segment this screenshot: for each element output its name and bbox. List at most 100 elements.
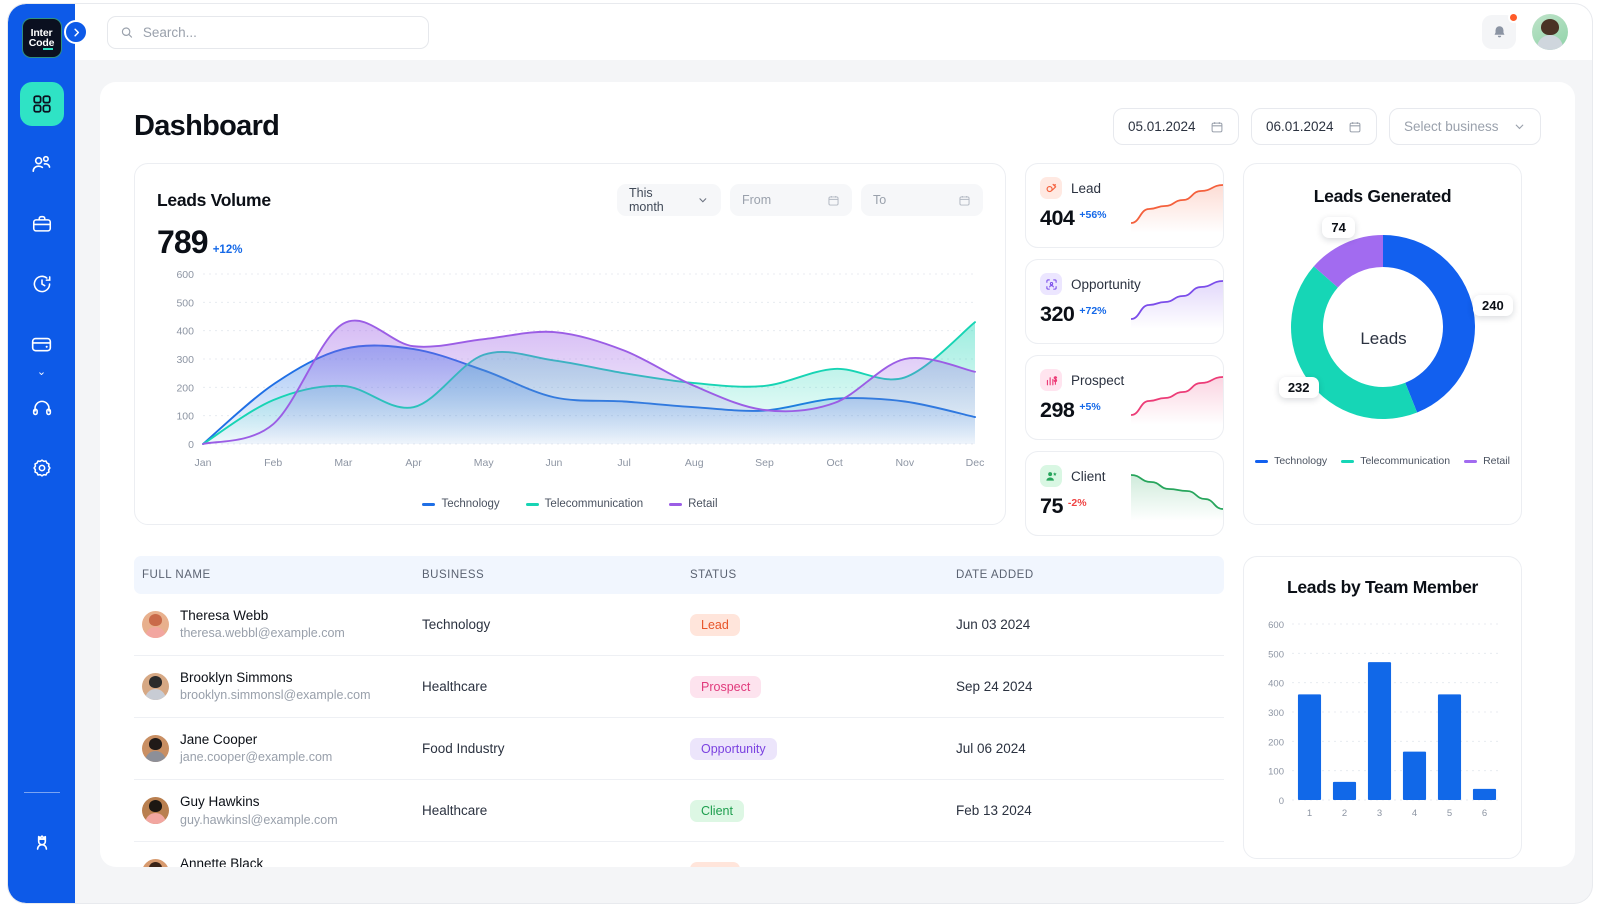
date-to-picker[interactable]: 06.01.2024: [1251, 108, 1377, 145]
legend-item[interactable]: Technology: [422, 498, 499, 510]
area-chart-svg: 6005004003002001000JanFebMarAprMayJunJul…: [157, 266, 985, 478]
legend-item[interactable]: Retail: [669, 498, 717, 510]
sidebar-footer: [8, 792, 75, 903]
app-logo[interactable]: Inter Code: [22, 18, 62, 58]
period-select[interactable]: This month: [617, 184, 721, 216]
app-root: Inter Code: [0, 0, 1600, 907]
legend-item[interactable]: Technology: [1255, 455, 1327, 467]
main-content: Dashboard 05.01.2024 06.01.2024 Select b…: [100, 82, 1575, 867]
person-name: Brooklyn Simmons: [180, 669, 371, 687]
chevron-down-icon: [697, 194, 709, 206]
column-header-date-added[interactable]: DATE ADDED: [956, 556, 1224, 594]
svg-text:0: 0: [188, 439, 194, 451]
column-header-full-name[interactable]: FULL NAME: [134, 556, 422, 594]
legend-item[interactable]: Telecommunication: [1341, 455, 1450, 467]
person-text: Theresa Webbtheresa.webbl@example.com: [180, 607, 345, 642]
kpi-label: Lead: [1071, 181, 1101, 196]
cell-business: Food Industry: [422, 718, 690, 780]
business-select[interactable]: Select business: [1389, 108, 1541, 145]
svg-text:6: 6: [1482, 808, 1487, 819]
sidebar-item-history[interactable]: [20, 262, 64, 306]
svg-text:Apr: Apr: [405, 457, 422, 469]
kpi-sparkline: [1131, 467, 1223, 521]
legend-item[interactable]: Retail: [1464, 455, 1510, 467]
legend-label: Technology: [1274, 455, 1327, 467]
leads-volume-value-row: 789 +12%: [157, 226, 983, 258]
svg-text:Jun: Jun: [545, 457, 562, 469]
notifications-button[interactable]: [1482, 15, 1516, 49]
sidebar-item-contacts[interactable]: [20, 142, 64, 186]
person-name: Jane Cooper: [180, 731, 332, 749]
leads-volume-value: 789: [157, 226, 208, 258]
chevron-down-icon: [1513, 120, 1526, 133]
leads-generated-title: Leads Generated: [1244, 186, 1521, 207]
calendar-icon: [827, 194, 840, 207]
table-row[interactable]: Theresa Webbtheresa.webbl@example.comTec…: [134, 594, 1224, 656]
kpi-card-lead[interactable]: Lead404+56%: [1025, 163, 1224, 248]
kpi-column: Lead404+56% Opportunity320+72% Prospect298…: [1025, 163, 1224, 536]
status-badge: Client: [690, 800, 744, 822]
search-box[interactable]: [107, 16, 429, 49]
kpi-value: 75: [1040, 496, 1063, 518]
cell-status: Lead: [690, 842, 956, 867]
legend-swatch: [1255, 460, 1268, 463]
page-title: Dashboard: [134, 110, 279, 143]
search-icon: [120, 25, 134, 40]
cell-date-added: Aug 27 2024: [956, 842, 1224, 867]
chevron-down-icon[interactable]: ⌄: [37, 368, 46, 376]
headset-icon: [31, 397, 53, 419]
page-header: Dashboard 05.01.2024 06.01.2024 Select b…: [100, 82, 1575, 145]
legend-item[interactable]: Telecommunication: [526, 498, 643, 510]
person-text: Annette Blackannette.black@example.com: [180, 855, 341, 867]
column-header-business[interactable]: BUSINESS: [422, 556, 690, 594]
column-header-status[interactable]: STATUS: [690, 556, 956, 594]
sidebar-item-dashboard[interactable]: [20, 82, 64, 126]
table-row[interactable]: Annette Blackannette.black@example.com Fo…: [134, 842, 1224, 867]
top-row: Leads Volume This month From To: [100, 145, 1575, 536]
sidebar-item-business[interactable]: [20, 202, 64, 246]
sidebar-item-settings[interactable]: [20, 446, 64, 490]
grid-icon: [31, 93, 53, 115]
table-head: FULL NAME BUSINESS STATUS DATE ADDED: [134, 556, 1224, 594]
kpi-sparkline: [1131, 179, 1223, 233]
gear-icon: [31, 457, 53, 479]
date-to-value: 06.01.2024: [1266, 119, 1334, 134]
svg-text:Dec: Dec: [966, 457, 985, 469]
kpi-sparkline: [1131, 275, 1223, 329]
person-email: guy.hawkinsl@example.com: [180, 812, 338, 829]
leads-generated-legend: Technology Telecommunication Retail: [1244, 455, 1521, 467]
kpi-card-prospect[interactable]: Prospect298+5%: [1025, 355, 1224, 440]
sidebar-toggle-button[interactable]: [64, 20, 88, 44]
bell-icon: [1491, 24, 1508, 41]
cell-date-added: Sep 24 2024: [956, 656, 1224, 718]
svg-text:400: 400: [176, 326, 194, 338]
donut-value-label: 74: [1322, 217, 1354, 238]
kpi-card-client[interactable]: Client75-2%: [1025, 451, 1224, 536]
leads-volume-chart: 6005004003002001000JanFebMarAprMayJunJul…: [157, 266, 985, 478]
kpi-delta: +72%: [1079, 305, 1106, 317]
cell-business: Food Industry: [422, 842, 690, 867]
table-row[interactable]: Guy Hawkinsguy.hawkinsl@example.comHealt…: [134, 780, 1224, 842]
svg-text:200: 200: [176, 382, 194, 394]
kpi-card-opportunity[interactable]: Opportunity320+72%: [1025, 259, 1224, 344]
user-avatar[interactable]: [1532, 14, 1568, 50]
legend-swatch: [526, 503, 539, 506]
to-date-input[interactable]: To: [861, 184, 983, 216]
sidebar-item-upgrade[interactable]: [20, 821, 64, 865]
legend-label: Retail: [688, 498, 717, 510]
date-from-picker[interactable]: 05.01.2024: [1113, 108, 1239, 145]
sidebar-item-wallet[interactable]: [20, 322, 64, 366]
sidebar-item-support[interactable]: [20, 386, 64, 430]
from-date-input[interactable]: From: [730, 184, 852, 216]
search-input[interactable]: [143, 25, 416, 40]
person-text: Jane Cooperjane.cooper@example.com: [180, 731, 332, 766]
crown-icon: [31, 832, 53, 854]
table-row[interactable]: Brooklyn Simmonsbrooklyn.simmonsl@exampl…: [134, 656, 1224, 718]
svg-text:1: 1: [1307, 808, 1312, 819]
lead-icon: [1040, 177, 1062, 199]
chevron-right-icon: [71, 27, 82, 38]
table-row[interactable]: Jane Cooperjane.cooper@example.com Food I…: [134, 718, 1224, 780]
person-email: theresa.webbl@example.com: [180, 625, 345, 642]
leads-volume-card: Leads Volume This month From To: [134, 163, 1006, 525]
legend-swatch: [1464, 460, 1477, 463]
